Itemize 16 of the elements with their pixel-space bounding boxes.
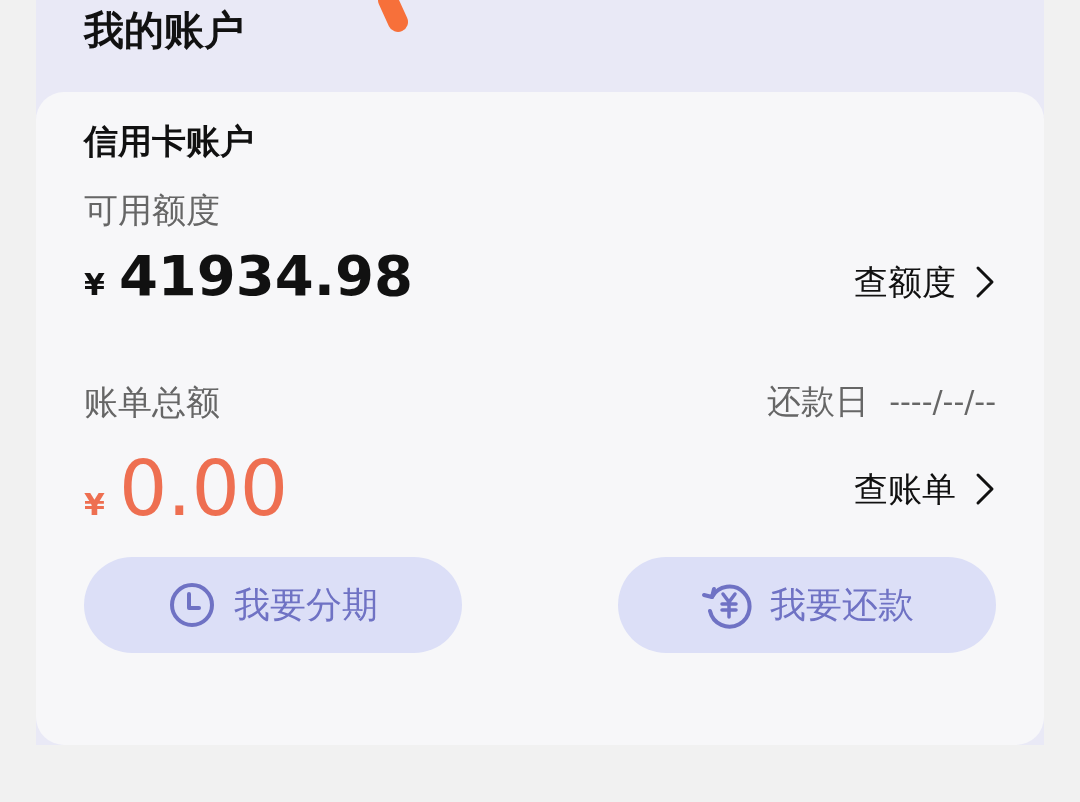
available-amount: 41934.98	[118, 244, 413, 308]
bill-label: 账单总额	[84, 380, 220, 424]
due-date: ----/--/--	[889, 383, 996, 421]
bill-amount: 0.00	[118, 447, 289, 531]
section-title: 我的账户	[84, 6, 244, 55]
clock-icon	[168, 581, 216, 629]
pen-stroke	[378, 0, 410, 34]
view-bill-link[interactable]: 查账单	[854, 463, 996, 515]
card-title: 信用卡账户	[84, 120, 255, 163]
currency-symbol: ¥	[84, 266, 105, 304]
currency-symbol: ¥	[84, 486, 105, 524]
chevron-right-icon	[974, 265, 996, 299]
view-limit-link[interactable]: 查额度	[854, 256, 996, 308]
due-label: 还款日	[767, 380, 870, 423]
available-label: 可用额度	[84, 189, 221, 232]
chevron-right-icon	[974, 472, 996, 506]
